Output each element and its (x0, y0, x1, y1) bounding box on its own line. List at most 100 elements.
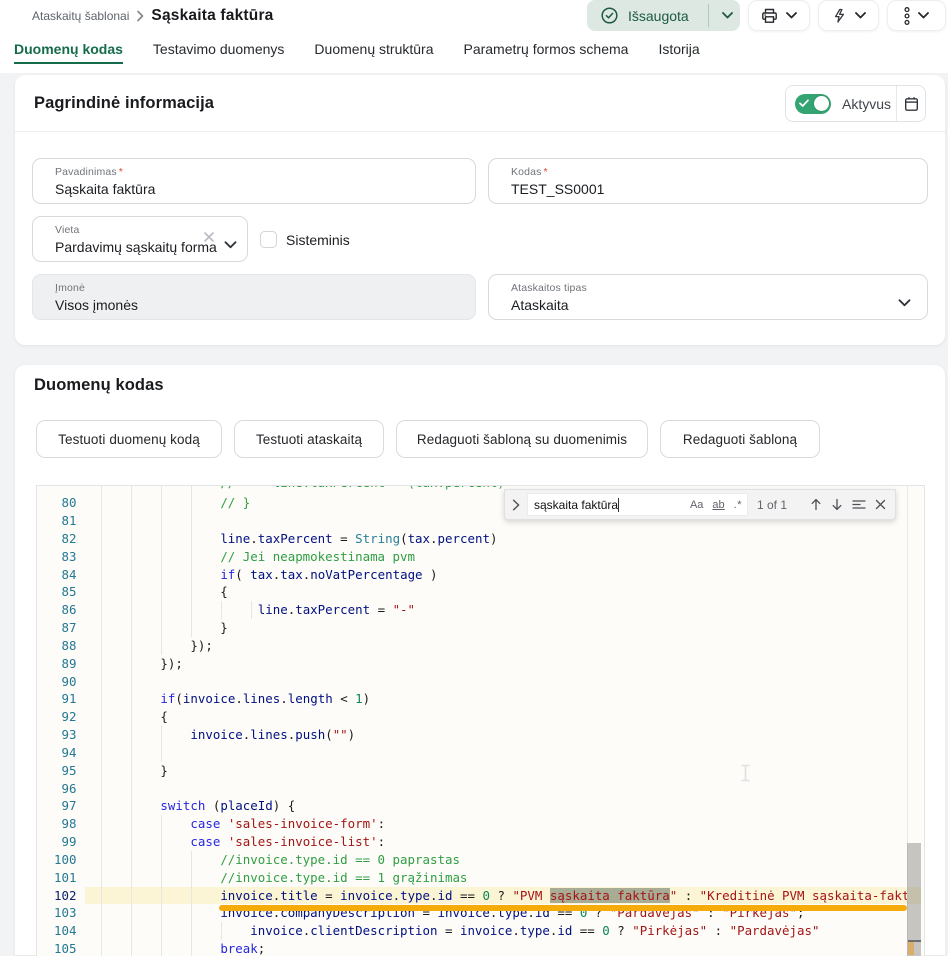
save-status-button[interactable]: Išsaugota (587, 0, 740, 31)
regex-button[interactable]: .* (734, 499, 742, 511)
previous-match-button[interactable] (810, 498, 822, 511)
code-line-100[interactable]: 100 //invoice.type.id == 0 paprastas (37, 851, 921, 869)
code-lines: 79 // line.taxPercent = (tax.percent)80 … (37, 486, 921, 956)
code-text: invoice.clientDescription = invoice.type… (101, 922, 908, 940)
more-actions-button[interactable] (887, 0, 946, 31)
line-number: 102 (37, 887, 77, 905)
button-redaguoti-šabloną[interactable]: Redaguoti šabloną (660, 420, 820, 458)
whole-word-button[interactable]: ab (712, 499, 724, 511)
indent-guide (131, 673, 132, 691)
report-type-select[interactable]: Ataskaitos tipas Ataskaita (488, 274, 928, 320)
code-line-84[interactable]: 84 if( tax.tax.noVatPercentage ) (37, 566, 921, 584)
indent-guide (131, 512, 132, 530)
code-line-92[interactable]: 92 { (37, 708, 921, 726)
code-field-label: Kodas (511, 166, 542, 178)
data-code-card: Duomenų kodas Testuoti duomenų kodąTestu… (15, 365, 945, 955)
button-testuoti-ataskaitą[interactable]: Testuoti ataskaitą (234, 420, 384, 458)
code-line-82[interactable]: 82 line.taxPercent = String(tax.percent) (37, 530, 921, 548)
line-number: 95 (37, 762, 77, 780)
tab-duomenų-kodas[interactable]: Duomenų kodas (14, 41, 123, 64)
code-line-99[interactable]: 99 case 'sales-invoice-list': (37, 833, 921, 851)
line-number: 90 (37, 673, 77, 691)
chevron-down-icon (786, 12, 797, 19)
find-widget: sąskaita faktūra Aa ab .* 1 of 1 (504, 489, 896, 520)
line-number: 88 (37, 637, 77, 655)
toggle-replace-chevron-icon[interactable] (505, 499, 527, 511)
find-results-count: 1 of 1 (757, 498, 787, 512)
code-field-value: TEST_SS0001 (511, 181, 604, 197)
code-line-94[interactable]: 94 (37, 744, 921, 762)
code-text: { (101, 708, 908, 726)
code-line-85[interactable]: 85 { (37, 583, 921, 601)
code-text: case 'sales-invoice-form': (101, 815, 908, 833)
calendar-button[interactable] (896, 86, 927, 121)
code-text: invoice.title = invoice.type.id == 0 ? "… (101, 887, 908, 905)
code-actions-row: Testuoti duomenų kodą Testuoti ataskaitą R… (36, 420, 820, 458)
report-type-value: Ataskaita (511, 297, 569, 313)
tab-parametrų-formos-schema[interactable]: Parametrų formos schema (463, 41, 628, 64)
tab-testavimo-duomenys[interactable]: Testavimo duomenys (153, 41, 285, 64)
code-text: line.taxPercent = String(tax.percent) (101, 530, 908, 548)
line-number: 94 (37, 744, 77, 762)
print-button[interactable] (748, 0, 810, 31)
chevron-down-icon (855, 12, 866, 19)
button-redaguoti-šabloną-su-duomenimis[interactable]: Redaguoti šabloną su duomenimis (396, 420, 648, 458)
code-line-101[interactable]: 101 //invoice.type.id == 1 grąžinimas (37, 869, 921, 887)
match-case-button[interactable]: Aa (690, 499, 703, 511)
line-number: 99 (37, 833, 77, 851)
tab-duomenų-struktūra[interactable]: Duomenų struktūra (314, 41, 433, 64)
close-find-button[interactable] (875, 499, 886, 510)
find-input[interactable]: sąskaita faktūra Aa ab .* (527, 493, 748, 516)
line-number: 87 (37, 619, 77, 637)
line-number: 93 (37, 726, 77, 744)
code-line-87[interactable]: 87 } (37, 619, 921, 637)
tab-bar: Duomenų kodas Testavimo duomenys Duomenų s… (14, 41, 730, 64)
location-select[interactable]: Vieta Pardavimų sąskaitų forma (32, 216, 248, 262)
line-number: 100 (37, 851, 77, 869)
code-line-105[interactable]: 105 break; (37, 940, 921, 955)
indent-guide (101, 673, 102, 691)
find-in-selection-button[interactable] (852, 499, 866, 511)
next-match-button[interactable] (831, 498, 843, 511)
code-line-93[interactable]: 93 invoice.lines.push("") (37, 726, 921, 744)
code-line-98[interactable]: 98 case 'sales-invoice-form': (37, 815, 921, 833)
code-line-104[interactable]: 104 invoice.clientDescription = invoice.… (37, 922, 921, 940)
code-field[interactable]: Kodas* TEST_SS0001 (488, 158, 928, 204)
code-line-91[interactable]: 91 if(invoice.lines.length < 1) (37, 690, 921, 708)
system-checkbox[interactable] (260, 231, 277, 248)
line-number: 103 (37, 904, 77, 922)
button-testuoti-duomenų-kodą[interactable]: Testuoti duomenų kodą (36, 420, 222, 458)
code-line-88[interactable]: 88 }); (37, 637, 921, 655)
code-line-97[interactable]: 97 switch (placeId) { (37, 797, 921, 815)
overview-ruler-find-mark (908, 942, 915, 955)
code-line-95[interactable]: 95 } (37, 762, 921, 780)
automation-button[interactable] (818, 0, 879, 31)
code-editor[interactable]: 79 // line.taxPercent = (tax.percent)80 … (36, 485, 925, 956)
chevron-down-icon (224, 236, 237, 254)
code-line-96[interactable]: 96 (37, 780, 921, 798)
line-number: 89 (37, 655, 77, 673)
save-dropdown-button[interactable] (715, 0, 740, 31)
code-text: invoice.lines.push("") (101, 726, 908, 744)
code-line-90[interactable]: 90 (37, 673, 921, 691)
code-line-83[interactable]: 83 // Jei neapmokestinama pvm (37, 548, 921, 566)
code-text: break; (101, 940, 908, 955)
find-match-highlight: sąskaita faktūra (550, 888, 670, 903)
save-split-divider (708, 4, 709, 27)
code-line-89[interactable]: 89 }); (37, 655, 921, 673)
line-number: 84 (37, 566, 77, 584)
code-text: } (101, 762, 908, 780)
indent-guide (191, 512, 192, 530)
company-field: Įmonė Visos įmonės (32, 274, 476, 320)
indent-guide (161, 512, 162, 530)
clear-icon[interactable] (203, 230, 215, 248)
code-text: case 'sales-invoice-list': (101, 833, 908, 851)
tab-istorija[interactable]: Istorija (658, 41, 699, 64)
main-info-title: Pagrindinė informacija (34, 94, 214, 113)
line-number: 96 (37, 780, 77, 798)
location-select-label: Vieta (55, 224, 80, 236)
active-toggle[interactable] (795, 94, 831, 114)
code-line-86[interactable]: 86 line.taxPercent = "-" (37, 601, 921, 619)
name-field[interactable]: Pavadinimas* Sąskaita faktūra (32, 158, 476, 204)
code-line-102[interactable]: 102 invoice.title = invoice.type.id == 0… (37, 887, 921, 905)
